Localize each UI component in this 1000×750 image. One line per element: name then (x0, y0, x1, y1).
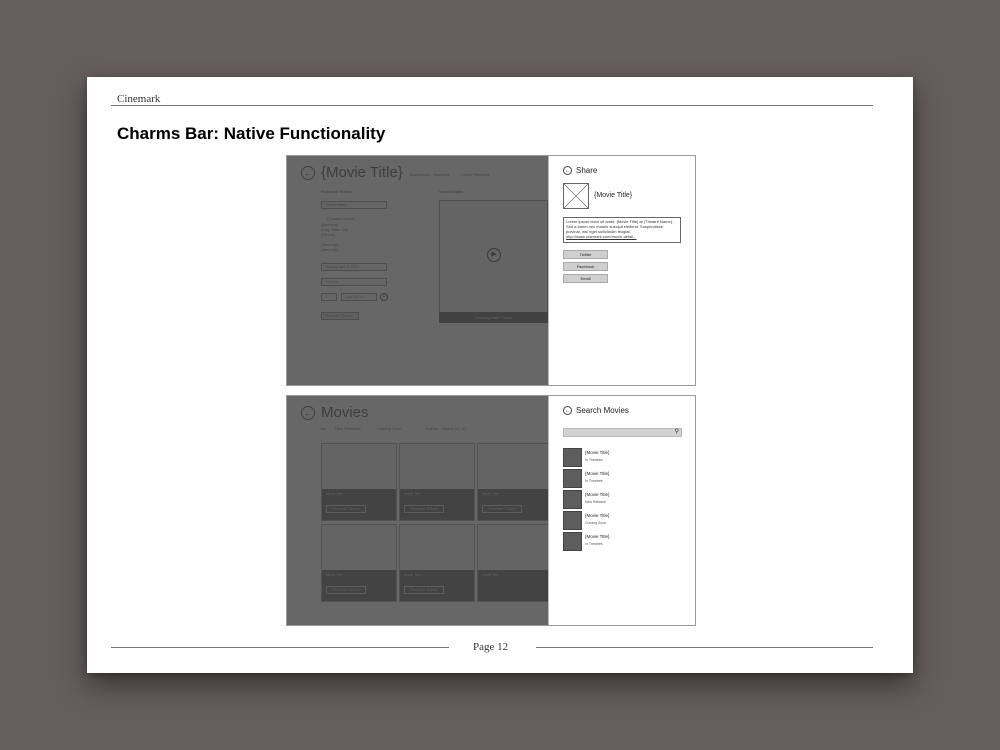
search-pane-title: Search Movies (576, 406, 629, 415)
nav-showtimes[interactable]: Showtimes (409, 172, 429, 177)
search-pane: ← Search Movies ⚲ {Movie Title} In Theat… (548, 396, 695, 625)
document-page: Cinemark Charms Bar: Native Functionalit… (87, 77, 913, 673)
movie-tile[interactable]: Movie Title Purchase Tickets (399, 443, 475, 521)
tile-movie-title: Movie Title (326, 492, 343, 496)
details-section-label: Movie Details (439, 189, 464, 194)
app-title: Movies (321, 404, 369, 421)
result-status: In Theatres (585, 542, 603, 546)
twitter-button[interactable]: Twitter (563, 250, 608, 259)
share-message-text: Lorem ipsum dolor sit amet, {Movie Title… (566, 219, 674, 234)
back-arrow-icon[interactable]: ← (563, 166, 572, 175)
facebook-button[interactable]: Facebook (563, 262, 608, 271)
result-title[interactable]: {Movie Title} (585, 471, 610, 476)
tile-band: Movie Title (478, 570, 548, 601)
date-dropdown[interactable]: Monday, April 8, 2013 (321, 263, 387, 271)
theatre-dropdown[interactable]: Theatre Name (321, 201, 387, 209)
tile-purchase-button[interactable]: Purchase Tickets (326, 586, 366, 594)
footer-divider (111, 647, 449, 648)
movies-app: ← Movies All New Releases Coming Soon So… (287, 396, 548, 625)
nav-reviews[interactable]: Critics' Reviews (461, 172, 489, 177)
result-title[interactable]: {Movie Title} (585, 492, 610, 497)
result-thumbnail[interactable] (563, 490, 582, 509)
result-title[interactable]: {Movie Title} (585, 513, 610, 518)
nav-synopsis[interactable]: Synopsis (433, 172, 449, 177)
result-status: In Theatres (585, 458, 603, 462)
quantity-dropdown[interactable]: 2 (321, 293, 337, 301)
movie-tile[interactable]: Movie Title Purchase Tickets (321, 524, 397, 602)
tile-purchase-button[interactable]: Purchase Tickets (326, 505, 366, 513)
result-status: In Theatres (585, 479, 603, 483)
search-input[interactable]: ⚲ (563, 428, 682, 437)
app-title: {Movie Title} (321, 164, 403, 181)
add-ticket-icon[interactable]: + (380, 293, 388, 301)
result-status: Coming Soon (585, 521, 607, 525)
tile-purchase-button[interactable]: Purchase Tickets (482, 505, 522, 513)
address-line: {Phone} (321, 232, 336, 237)
footer-divider (536, 647, 873, 648)
header-divider (111, 105, 873, 106)
share-wireframe: ← {Movie Title} Showtimes Synopsis Criti… (286, 155, 696, 386)
video-caption: Opening Date: Today (439, 312, 548, 323)
result-thumbnail[interactable] (563, 511, 582, 530)
tile-movie-title: Movie Title (482, 573, 499, 577)
tile-purchase-button[interactable]: Purchase Tickets (404, 586, 444, 594)
tile-band: Movie Title Purchase Tickets (322, 570, 396, 601)
tile-movie-title: Movie Title (482, 492, 499, 496)
tile-band: Movie Title Purchase Tickets (478, 489, 548, 520)
tile-purchase-button[interactable]: Purchase Tickets (404, 505, 444, 513)
document-header: Cinemark (117, 93, 161, 105)
movie-tile[interactable]: Movie Title Purchase Tickets (399, 524, 475, 602)
result-thumbnail[interactable] (563, 469, 582, 488)
back-arrow-icon[interactable]: ← (301, 166, 315, 180)
tile-band: Movie Title Purchase Tickets (400, 489, 474, 520)
sort-label: Sort by: (425, 426, 439, 431)
movie-tile[interactable]: Movie Title Purchase Tickets (321, 443, 397, 521)
theatre-name: {Theatre Name} (327, 216, 356, 221)
search-wireframe: ← Movies All New Releases Coming Soon So… (286, 395, 696, 626)
result-title[interactable]: {Movie Title} (585, 450, 610, 455)
purchase-tickets-button[interactable]: Purchase Tickets (321, 312, 359, 320)
share-movie-title: {Movie Title} (594, 192, 633, 199)
tile-band: Movie Title Purchase Tickets (322, 489, 396, 520)
tile-movie-title: Movie Title (404, 492, 421, 496)
time-dropdown[interactable]: 7:10 pm (321, 278, 387, 286)
page-number: Page 12 (473, 641, 509, 653)
movie-tile[interactable]: Movie Title Purchase Tickets (477, 443, 548, 521)
back-arrow-icon[interactable]: ← (563, 406, 572, 415)
result-thumbnail[interactable] (563, 532, 582, 551)
filter-new-releases[interactable]: New Releases (335, 426, 361, 431)
movie-tile[interactable]: Movie Title (477, 524, 548, 602)
ticket-type-dropdown[interactable]: Adult $11.00 (341, 293, 377, 301)
sort-value[interactable]: Name (A - Z) (443, 426, 466, 431)
filter-coming-soon[interactable]: Coming Soon (377, 426, 401, 431)
tile-movie-title: Movie Title (404, 573, 421, 577)
image-placeholder-icon (563, 183, 589, 209)
share-pane-title: Share (576, 166, 598, 175)
email-button[interactable]: Email (563, 274, 608, 283)
share-message-field[interactable]: Lorem ipsum dolor sit amet, {Movie Title… (563, 217, 681, 243)
movie-detail-app: ← {Movie Title} Showtimes Synopsis Criti… (287, 156, 548, 385)
result-status: New Release (585, 500, 606, 504)
purchase-section-label: Purchase Tickets (321, 189, 352, 194)
result-thumbnail[interactable] (563, 448, 582, 467)
share-pane: ← Share {Movie Title} Lorem ipsum dolor … (548, 156, 695, 385)
amenity-line: {Amenity} (321, 247, 339, 252)
result-title[interactable]: {Movie Title} (585, 534, 610, 539)
tile-band: Movie Title Purchase Tickets (400, 570, 474, 601)
share-message-link[interactable]: http://www.cinemark.com/movie-detail... (566, 234, 636, 239)
search-icon[interactable]: ⚲ (675, 428, 679, 435)
page-title: Charms Bar: Native Functionality (117, 124, 386, 143)
tile-movie-title: Movie Title (326, 573, 343, 577)
back-arrow-icon[interactable]: ← (301, 406, 315, 420)
filter-all[interactable]: All (321, 426, 325, 431)
play-icon[interactable]: ▶ (487, 248, 501, 262)
